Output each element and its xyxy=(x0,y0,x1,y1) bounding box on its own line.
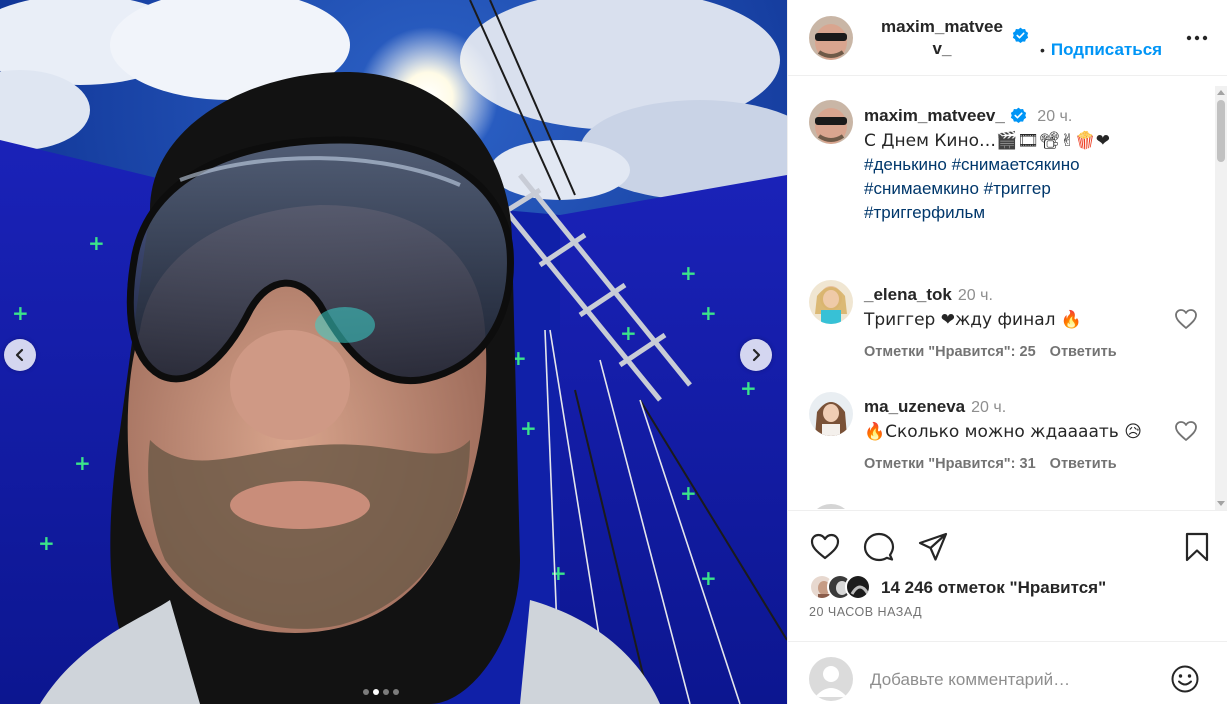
verified-badge-icon xyxy=(1010,107,1026,123)
post-actions: 14 246 отметок "Нравится" 20 часов назад xyxy=(788,510,1227,640)
post-media[interactable]: + + + + + + + + + + + + + xyxy=(0,0,787,704)
carousel-dot xyxy=(383,689,389,695)
carousel-dot xyxy=(393,689,399,695)
svg-text:+: + xyxy=(680,481,697,505)
author-avatar[interactable] xyxy=(809,16,853,60)
post-photo: +++ +++ +++ +++ + xyxy=(0,0,787,704)
verified-badge-icon xyxy=(1012,27,1029,43)
commenter-avatar[interactable] xyxy=(809,280,853,324)
caption-username[interactable]: maxim_matveev_ xyxy=(864,106,1005,125)
svg-text:+: + xyxy=(700,301,717,325)
heart-icon[interactable] xyxy=(1174,420,1198,442)
carousel-next-button[interactable] xyxy=(740,339,772,371)
emoji-icon[interactable] xyxy=(1170,664,1200,694)
comment-body: ma_uzeneva 20 ч. 🔥Сколько можно ждаааать … xyxy=(864,395,1164,444)
reply-button[interactable]: Ответить xyxy=(1050,344,1117,360)
caption-hashtags: #денькино #снимаетсякино #снимаемкино #т… xyxy=(864,153,1194,225)
hashtag-link[interactable]: #триггер xyxy=(984,179,1051,198)
comment-time[interactable]: 20 ч. xyxy=(971,399,1006,416)
follow-label: Подписаться xyxy=(1050,40,1163,59)
svg-text:+: + xyxy=(680,261,697,285)
comment-input[interactable]: Добавьте комментарий… xyxy=(870,670,1160,690)
comment-meta: Отметки "Нравится": 25 Ответить xyxy=(864,344,1117,360)
hashtag-link[interactable]: #денькино xyxy=(864,155,947,174)
heart-icon[interactable] xyxy=(809,531,841,563)
carousel-prev-button[interactable] xyxy=(4,339,36,371)
scroll-down-icon[interactable] xyxy=(1217,501,1225,507)
comment-likes-count[interactable]: Отметки "Нравится": 25 xyxy=(864,344,1036,360)
comment-text: 🔥Сколько можно ждаааать 😥 xyxy=(864,422,1142,442)
hashtag-link[interactable]: #триггерфильм xyxy=(864,203,985,222)
svg-text:+: + xyxy=(740,376,757,400)
svg-text:+: + xyxy=(520,416,537,440)
header-username-line2: v_ xyxy=(932,39,952,58)
comment-bubble-icon[interactable] xyxy=(863,531,895,563)
svg-text:+: + xyxy=(12,301,29,325)
comment-likes-count[interactable]: Отметки "Нравится": 31 xyxy=(864,456,1036,472)
heart-icon[interactable] xyxy=(1174,308,1198,330)
chevron-right-icon xyxy=(752,348,761,362)
comment-meta: Отметки "Нравится": 31 Ответить xyxy=(864,456,1117,472)
liker-avatars[interactable] xyxy=(809,574,879,600)
comment-time[interactable]: 20 ч. xyxy=(958,287,993,304)
scroll-up-icon[interactable] xyxy=(1217,89,1225,95)
post-header: maxim_matvee v_ • Подписаться xyxy=(788,0,1227,76)
carousel-dot xyxy=(363,689,369,695)
svg-text:+: + xyxy=(38,531,55,555)
reply-button[interactable]: Ответить xyxy=(1050,456,1117,472)
hashtag-link[interactable]: #снимаетсякино xyxy=(952,155,1080,174)
likes-count[interactable]: 14 246 отметок "Нравится" xyxy=(881,578,1106,598)
comment-composer: Добавьте комментарий… xyxy=(788,641,1227,704)
paper-plane-icon[interactable] xyxy=(917,531,949,563)
commenter-avatar[interactable] xyxy=(809,392,853,436)
commenter-avatar[interactable] xyxy=(809,504,853,509)
follow-button[interactable]: • Подписаться xyxy=(1040,40,1162,60)
svg-text:+: + xyxy=(550,561,567,585)
posted-time[interactable]: 20 часов назад xyxy=(809,605,922,619)
caption-text: С Днем Кино…🎬🎞📽✌🍿❤ xyxy=(864,131,1110,151)
post-details-panel: maxim_matvee v_ • Подписаться maxim_matve… xyxy=(787,0,1227,704)
comment-username[interactable]: ma_uzeneva xyxy=(864,397,965,416)
chevron-left-icon xyxy=(15,348,24,362)
more-options-icon[interactable] xyxy=(1184,29,1210,47)
hashtag-link[interactable]: #снимаемкино xyxy=(864,179,979,198)
comments-list[interactable]: maxim_matveev_ 20 ч. С Днем Кино…🎬🎞📽✌🍿❤ … xyxy=(788,77,1227,509)
caption-time[interactable]: 20 ч. xyxy=(1037,108,1072,125)
post-caption: maxim_matveev_ 20 ч. С Днем Кино…🎬🎞📽✌🍿❤ … xyxy=(864,104,1194,225)
svg-text:+: + xyxy=(74,451,91,475)
comment-body: _elena_tok 20 ч. Триггер ❤жду финал 🔥 xyxy=(864,283,1164,332)
header-username-line1: maxim_matvee xyxy=(881,17,1003,36)
carousel-dot-active xyxy=(373,689,379,695)
svg-text:+: + xyxy=(620,321,637,345)
header-username[interactable]: maxim_matvee v_ xyxy=(877,16,1007,60)
comment-text: Триггер ❤жду финал 🔥 xyxy=(864,310,1083,330)
svg-text:+: + xyxy=(700,566,717,590)
comments-scrollbar[interactable] xyxy=(1215,86,1227,510)
caption-author-avatar[interactable] xyxy=(809,100,853,144)
current-user-avatar xyxy=(809,657,853,701)
carousel-indicator xyxy=(363,689,399,695)
comment-username[interactable]: _elena_tok xyxy=(864,285,952,304)
bookmark-icon[interactable] xyxy=(1181,531,1213,563)
liker-avatar xyxy=(845,574,871,600)
svg-text:+: + xyxy=(88,231,105,255)
scrollbar-thumb[interactable] xyxy=(1217,100,1225,162)
